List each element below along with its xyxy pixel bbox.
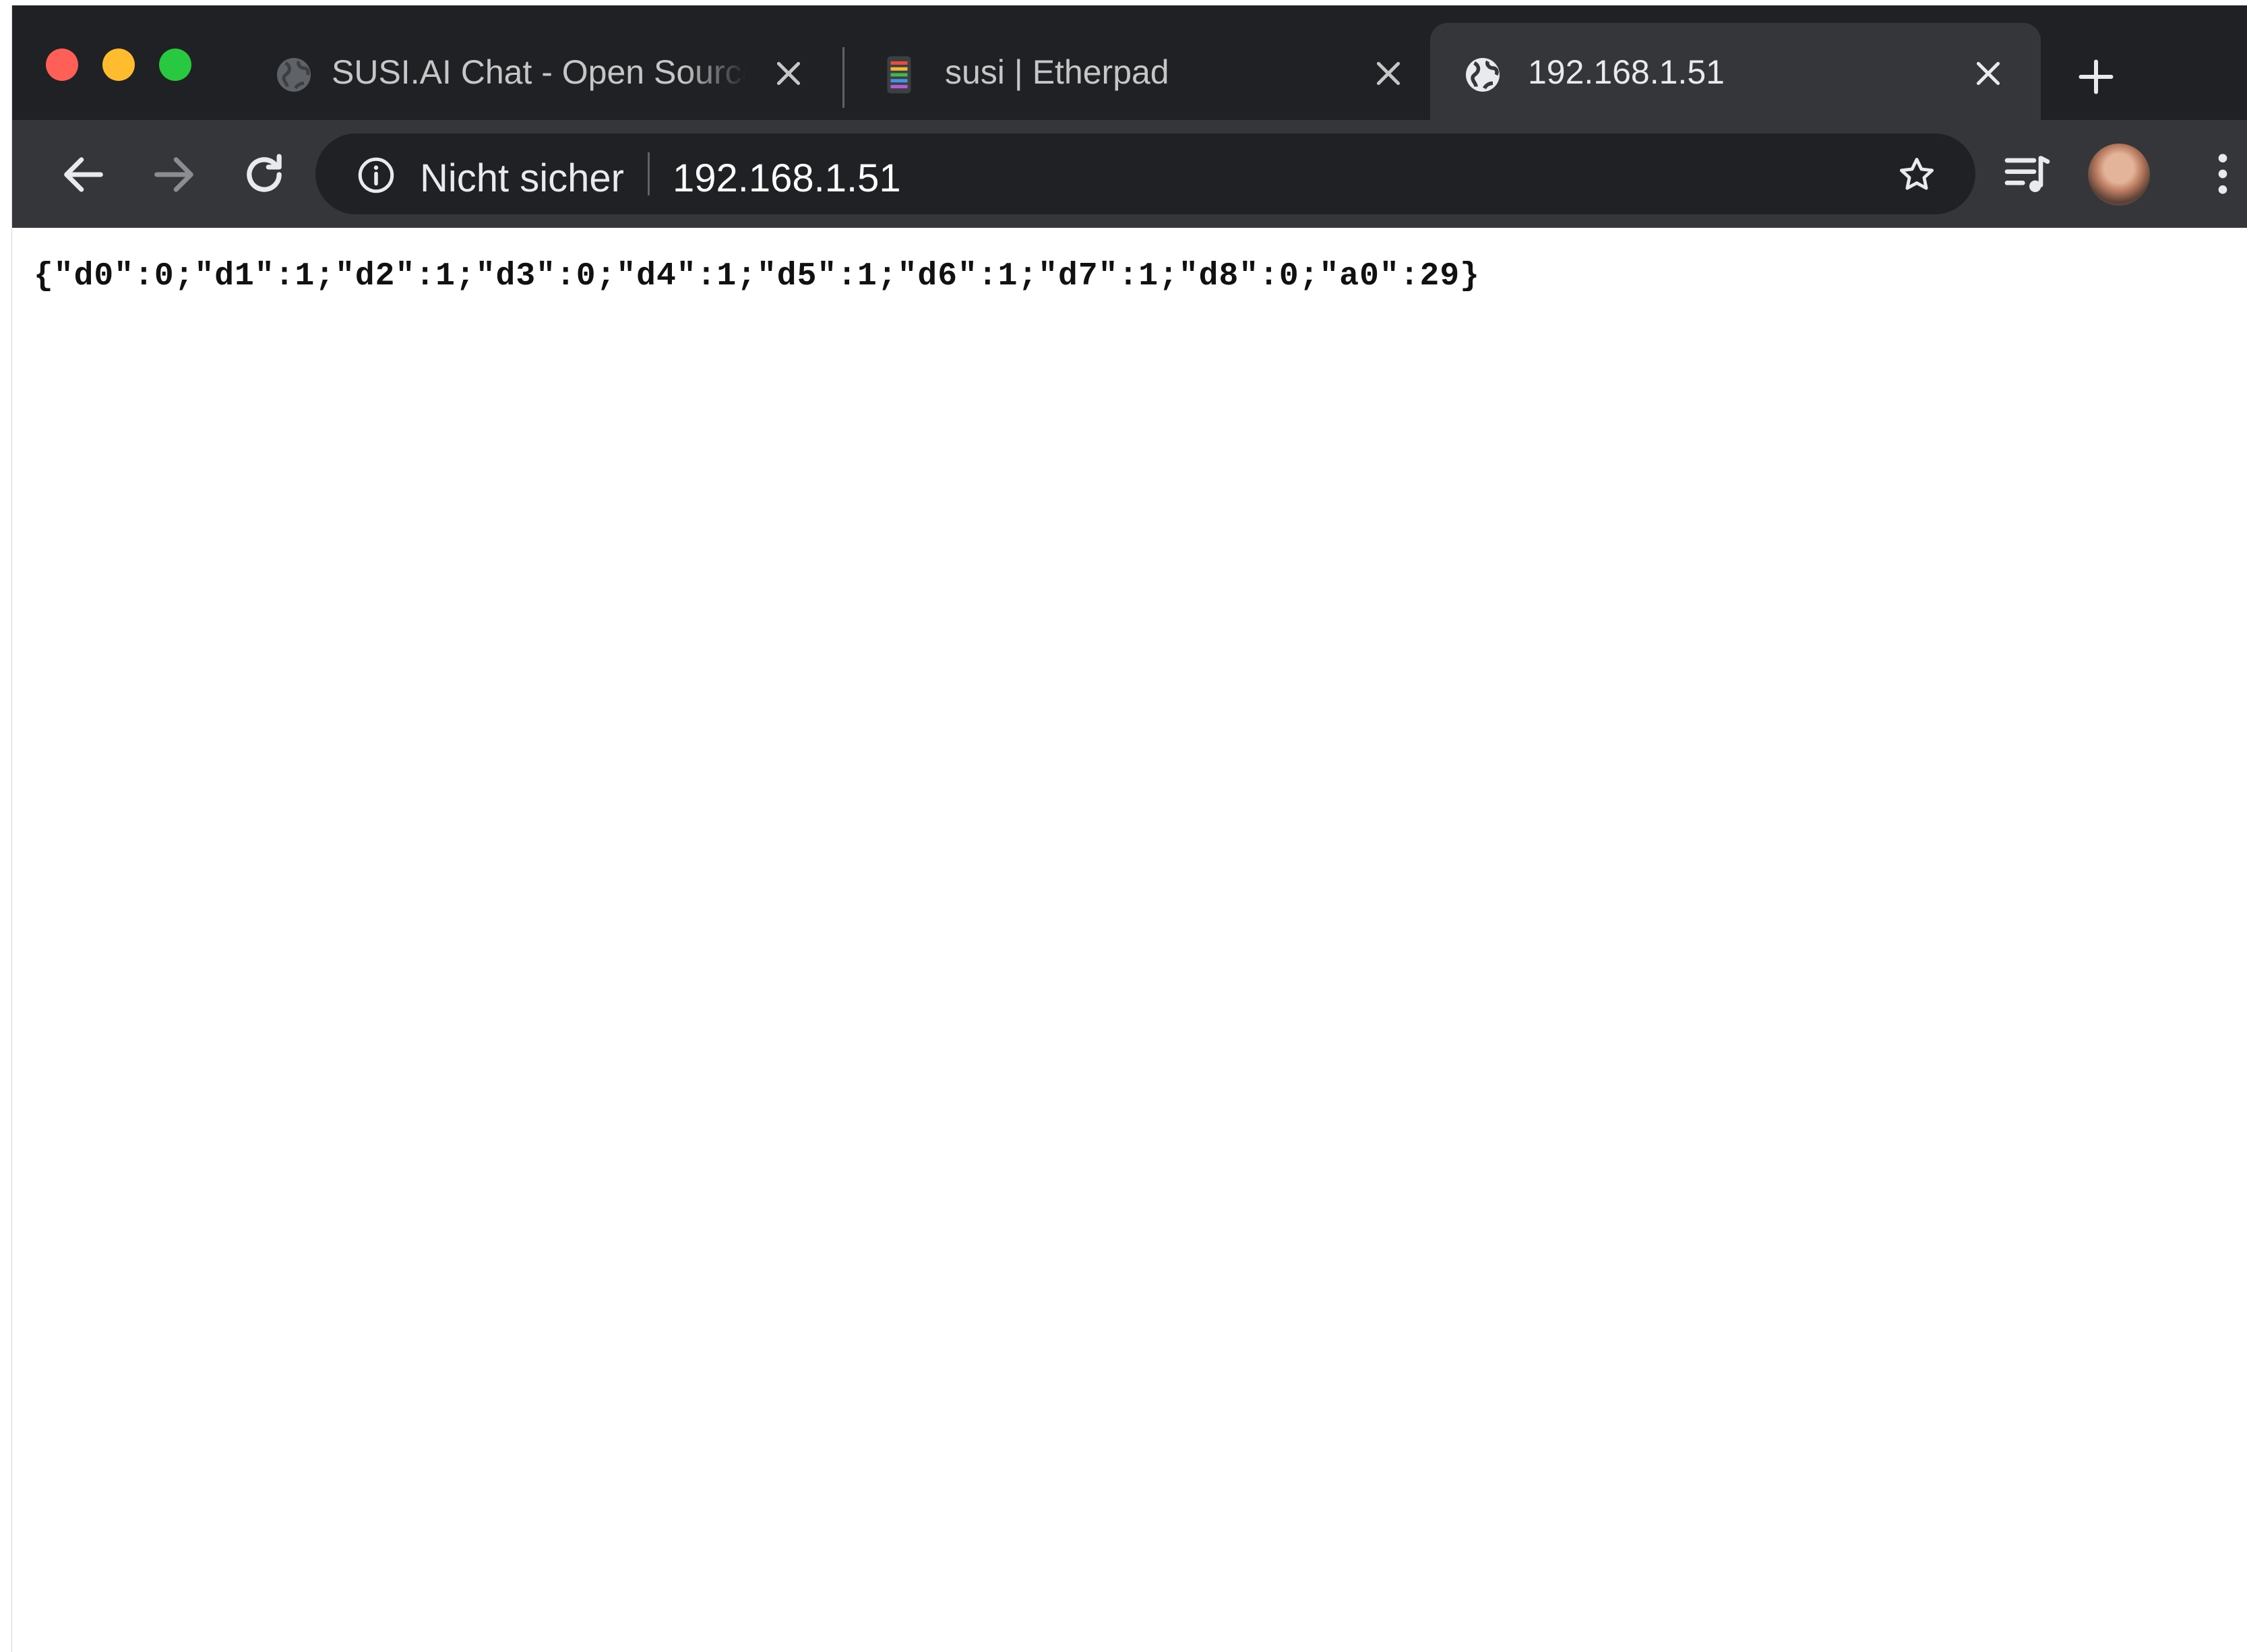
- arrow-right-icon: [154, 157, 193, 192]
- omnibox-divider: [648, 152, 650, 195]
- page-content: {"d0":0;"d1":1;"d2":1;"d3":0;"d4":1;"d5"…: [12, 228, 2247, 1652]
- close-icon[interactable]: [772, 57, 805, 90]
- browser-window: SUSI.AI Chat - Open Source susi | Etherp…: [11, 5, 2247, 1652]
- avatar[interactable]: [2088, 144, 2150, 206]
- close-icon[interactable]: [1971, 57, 2005, 90]
- etherpad-icon: [879, 55, 919, 95]
- window-close-button[interactable]: [46, 49, 78, 81]
- toolbar: Nicht sicher 192.168.1.51: [12, 120, 2247, 228]
- plus-icon: [2079, 59, 2114, 94]
- tab-label: susi | Etherpad: [945, 53, 1169, 91]
- globe-icon: [274, 55, 314, 95]
- reload-button[interactable]: [239, 149, 290, 200]
- json-response-text: {"d0":0;"d1":1;"d2":1;"d3":0;"d4":1;"d5"…: [34, 258, 1480, 295]
- url-text[interactable]: 192.168.1.51: [673, 156, 901, 201]
- arrow-left-icon: [64, 157, 103, 192]
- reload-icon: [247, 154, 282, 192]
- globe-icon: [1463, 55, 1503, 95]
- playlist-music-icon: [2004, 156, 2050, 192]
- back-button[interactable]: [58, 149, 109, 200]
- security-status[interactable]: Nicht sicher: [420, 156, 624, 201]
- tab-label: SUSI.AI Chat - Open Source: [332, 53, 746, 91]
- more-vertical-icon: [2218, 154, 2227, 194]
- close-icon[interactable]: [1372, 57, 1405, 90]
- tab-etherpad[interactable]: susi | Etherpad: [861, 23, 1441, 120]
- window-maximize-button[interactable]: [159, 49, 191, 81]
- tab-susi-chat[interactable]: SUSI.AI Chat - Open Source: [261, 23, 841, 120]
- tab-separator: [842, 47, 844, 108]
- tab-strip: SUSI.AI Chat - Open Source susi | Etherp…: [12, 5, 2247, 120]
- browser-menu-button[interactable]: [2196, 147, 2247, 201]
- media-control-button[interactable]: [2000, 147, 2054, 201]
- tab-label: 192.168.1.51: [1528, 53, 1725, 91]
- tab-active-192-168-1-51[interactable]: 192.168.1.51: [1430, 23, 2041, 120]
- new-tab-button[interactable]: [2076, 57, 2116, 97]
- forward-button[interactable]: [148, 149, 199, 200]
- address-bar[interactable]: Nicht sicher 192.168.1.51: [315, 133, 1975, 214]
- bookmark-star-icon[interactable]: [1895, 154, 1938, 197]
- window-minimize-button[interactable]: [102, 49, 135, 81]
- info-icon[interactable]: [356, 155, 396, 195]
